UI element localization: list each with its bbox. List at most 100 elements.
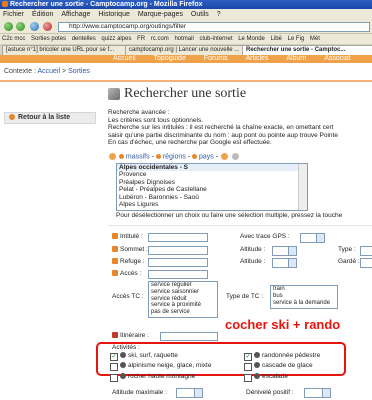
route-icon xyxy=(112,332,118,339)
nav-articles[interactable]: Articles xyxy=(245,55,268,62)
bookmark-item[interactable]: rc.com xyxy=(151,36,169,42)
list-item[interactable]: Provence xyxy=(117,171,307,178)
nav-accueil[interactable]: Accueil xyxy=(113,55,136,62)
divider xyxy=(108,225,372,226)
bookmark-item[interactable]: Mét xyxy=(310,36,320,42)
list-item[interactable]: Lubéron - Baronnies - Saoû xyxy=(117,194,307,201)
climbing-checkbox[interactable] xyxy=(244,374,252,382)
list-item[interactable]: service à la demande xyxy=(271,300,337,307)
altitude2-select[interactable] xyxy=(272,258,297,268)
breadcrumb-separator: > xyxy=(62,68,67,75)
list-item[interactable]: service régulier xyxy=(149,282,217,289)
sommet-text: Sommet : xyxy=(120,246,148,253)
garde-label: Gardé : xyxy=(338,258,360,265)
altitude-max-label: Altitude maximale : xyxy=(112,389,167,396)
bookmark-item[interactable]: Le Monde xyxy=(238,36,265,42)
breadcrumb-accueil[interactable]: Accueil xyxy=(37,68,60,75)
list-item[interactable]: Préalpes Dignoises xyxy=(117,179,307,186)
hiking-icon xyxy=(254,352,260,359)
nav-association[interactable]: Associat xyxy=(324,55,350,62)
type-select[interactable] xyxy=(360,246,372,256)
list-item[interactable]: service réduit xyxy=(149,296,217,303)
remove-icon[interactable] xyxy=(231,153,239,160)
itineraire-input[interactable] xyxy=(160,332,218,341)
back-icon[interactable] xyxy=(4,22,13,31)
bookmark-item[interactable]: hotmail xyxy=(174,36,193,42)
listbox-scrollbar[interactable] xyxy=(298,164,307,210)
menu-help[interactable]: ? xyxy=(217,11,221,18)
summit-icon xyxy=(112,246,118,253)
bookmark-item[interactable]: Le Fig xyxy=(288,36,305,42)
bookmark-item[interactable]: dentelles xyxy=(72,36,96,42)
bookmark-item[interactable]: Libé xyxy=(271,36,282,42)
intro-line: En cas d'échec, une recherche par Google… xyxy=(108,139,272,147)
acces-input[interactable] xyxy=(148,270,208,279)
list-item[interactable]: Pelat - Préalpes de Castellane xyxy=(117,186,307,193)
menu-historique[interactable]: Historique xyxy=(98,11,130,18)
hiking-checkbox[interactable]: ✓ xyxy=(244,353,252,361)
tab-rechercher-sortie[interactable]: Rechercher une sortie - Camptoc... xyxy=(242,45,372,55)
type-tc-listbox[interactable]: train bus service à la demande xyxy=(270,285,338,309)
nav-topoguide[interactable]: Topoguide xyxy=(154,55,186,62)
menu-fichier[interactable]: Fichier xyxy=(3,11,24,18)
forward-icon[interactable] xyxy=(16,22,25,31)
region-pays-link[interactable]: pays xyxy=(199,153,214,160)
region-massifs-link[interactable]: massifs xyxy=(126,153,150,160)
hiking-label: randonnée pédestre xyxy=(262,352,321,359)
nav-forums[interactable]: Forums xyxy=(204,55,228,62)
bookmark-item[interactable]: club-internet xyxy=(199,36,232,42)
refuge-input[interactable] xyxy=(148,258,208,267)
list-item[interactable]: service saisonnier xyxy=(149,289,217,296)
type-tc-label: Type de TC : xyxy=(226,293,264,300)
intro-line: Les critères sont tous optionnels. xyxy=(108,116,204,124)
ski-checkbox[interactable]: ✓ xyxy=(110,353,118,361)
site-navigation: Accueil Topoguide Forums Articles Album … xyxy=(105,55,372,63)
list-item[interactable]: Alpes occidentales - S xyxy=(117,164,307,172)
breadcrumb-sorties[interactable]: Sorties xyxy=(68,68,90,75)
bookmark-item[interactable]: quizz alpes xyxy=(101,36,131,42)
bookmark-item[interactable]: FR xyxy=(137,36,145,42)
toggle-icon[interactable] xyxy=(109,153,116,160)
acces-label: Accès : xyxy=(112,270,141,277)
stop-icon[interactable] xyxy=(43,22,52,31)
altitude-max-select[interactable] xyxy=(176,388,203,398)
tab-camptocamp-lancer[interactable]: camptocamp.org | Lancer une nouvelle ... xyxy=(125,45,245,55)
menu-outils[interactable]: Outils xyxy=(191,11,209,18)
altitude2-label: Altitude : xyxy=(240,258,266,265)
add-icon[interactable] xyxy=(221,153,229,160)
acces-tc-listbox[interactable]: service régulier service saisonnier serv… xyxy=(148,281,218,318)
sommet-input[interactable] xyxy=(148,246,208,255)
intitule-input[interactable] xyxy=(148,233,208,242)
list-item[interactable]: pas de service xyxy=(149,309,217,316)
bookmark-item[interactable]: Sorties potes xyxy=(31,36,66,42)
intro-line: saisir qu'une partie discriminante du no… xyxy=(108,131,338,139)
region-regions-link[interactable]: régions xyxy=(163,153,186,160)
type-label: Type : xyxy=(338,246,356,253)
mountaineering-checkbox[interactable] xyxy=(110,363,118,371)
menu-affichage[interactable]: Affichage xyxy=(61,11,90,18)
bookmark-item[interactable]: C2c mcc xyxy=(2,36,25,42)
menu-marque-pages[interactable]: Marque-pages xyxy=(138,11,183,18)
back-to-list-label: Retour à la liste xyxy=(18,114,71,121)
gps-select[interactable] xyxy=(300,233,325,243)
hut-icon xyxy=(112,258,118,265)
back-to-list-button[interactable]: Retour à la liste xyxy=(4,112,96,124)
menu-edition[interactable]: Édition xyxy=(32,11,53,18)
region-listbox[interactable]: Alpes occidentales - S Provence Préalpes… xyxy=(116,163,308,211)
rock-checkbox[interactable] xyxy=(110,374,118,382)
list-item[interactable]: bus xyxy=(271,293,337,300)
rock-label: rocher haute montagne xyxy=(128,373,196,380)
list-item[interactable]: train xyxy=(271,286,337,293)
tab-astuce[interactable]: [astuce n°1] bricoler une URL pour se f.… xyxy=(2,45,128,55)
ice-climbing-checkbox[interactable] xyxy=(244,363,252,371)
reload-icon[interactable] xyxy=(30,22,39,31)
sommet-label: Sommet : xyxy=(112,246,148,253)
nav-album[interactable]: Album xyxy=(286,55,306,62)
acces-text: Accès : xyxy=(120,270,142,277)
url-field[interactable]: http://www.camptocamp.org/outings/filter xyxy=(58,22,370,32)
deniv-select[interactable] xyxy=(304,388,331,398)
garde-select[interactable] xyxy=(360,258,372,268)
altitude-select[interactable] xyxy=(272,246,297,256)
list-item[interactable]: Alpes Ligures xyxy=(117,201,307,208)
list-item[interactable]: service à proximité xyxy=(149,302,217,309)
